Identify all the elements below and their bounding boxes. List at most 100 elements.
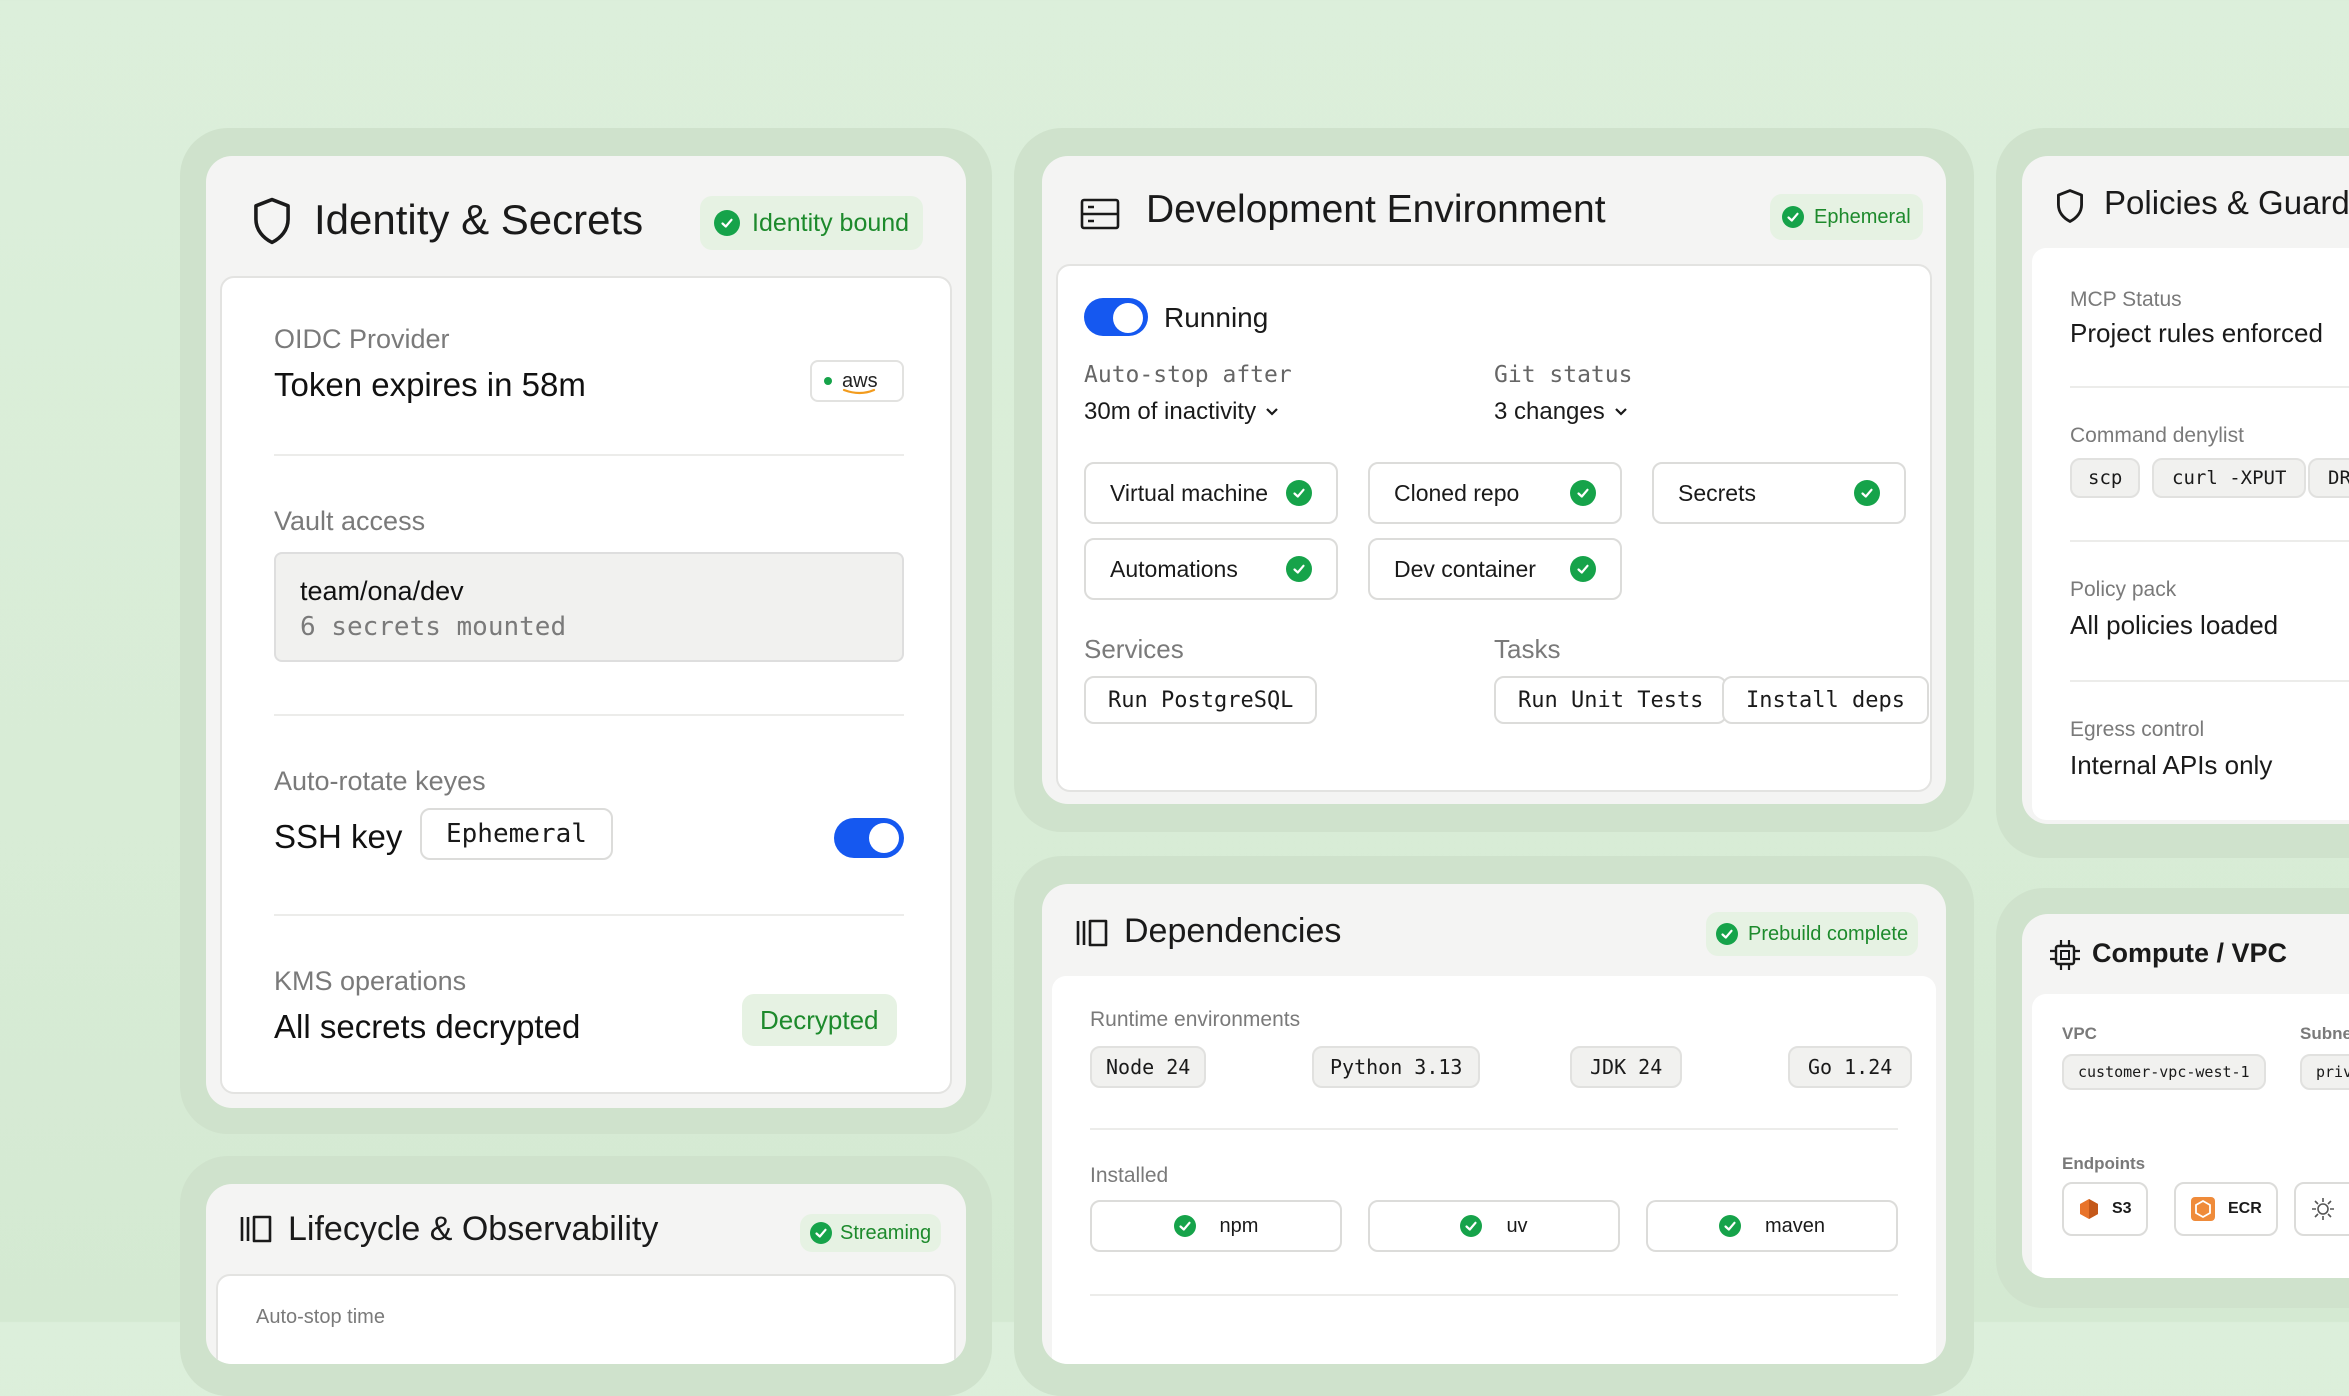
task-button[interactable]: Run Unit Tests [1494,676,1728,724]
status-badge: Identity bound [700,196,924,250]
endpoint-chip [2294,1182,2349,1236]
check-icon [1716,923,1738,945]
vault-label: Vault access [274,506,426,536]
identity-secrets-card: Identity & Secrets Identity bound OIDC P… [206,156,966,1108]
rotate-toggle[interactable] [834,818,904,858]
services-label: Services [1084,634,1184,664]
egress-label: Egress control [2070,718,2205,741]
divider [274,454,904,456]
check-icon [810,1222,832,1244]
task-button[interactable]: Install deps [1722,676,1929,724]
oidc-label: OIDC Provider [274,324,450,354]
check-item: Virtual machine [1084,462,1338,524]
vault-box: team/ona/dev 6 secrets mounted [274,552,904,662]
chevron-down-icon [1614,408,1627,416]
installed-item: maven [1646,1200,1898,1252]
denylist-chip: scp [2070,458,2141,498]
subnet-label: Subne [2300,1024,2349,1043]
divider [2070,386,2349,388]
denylist-chip: DR [2308,458,2349,498]
s3-icon [2078,1198,2100,1220]
service-button[interactable]: Run PostgreSQL [1084,676,1318,724]
card-title: Compute / VPC [2092,938,2288,968]
endpoints-label: Endpoints [2062,1154,2146,1173]
server-icon [1080,198,1120,235]
check-icon [1854,480,1880,506]
check-item: Cloned repo [1368,462,1622,524]
runtime-chip: Python 3.13 [1312,1046,1481,1088]
denylist-label: Command denylist [2070,424,2244,447]
devenv-card: Development Environment Ephemeral Runnin… [1042,156,1946,804]
check-icon [1782,206,1804,228]
mcp-label: MCP Status [2070,288,2182,311]
card-title: Identity & Secrets [314,196,644,243]
check-icon [1173,1215,1196,1237]
card-title: Dependencies [1124,912,1342,950]
mcp-value: Project rules enforced [2070,318,2323,348]
kms-value: All secrets decrypted [274,1008,581,1045]
tasks-label: Tasks [1494,634,1561,664]
status-badge: Prebuild complete [1706,912,1919,956]
identity-details-panel: OIDC Provider Token expires in 58m aws V… [220,276,952,1094]
kms-label: KMS operations [274,966,467,996]
divider [1090,1128,1898,1130]
running-status: Running [1164,302,1269,333]
endpoint-chip: ECR [2174,1182,2278,1236]
vault-path: team/ona/dev [300,576,464,606]
runtime-label: Runtime environments [1090,1008,1301,1031]
deps-details-panel: Runtime environments Node 24 Python 3.13… [1052,976,1936,1364]
shield-icon [250,196,294,251]
compute-card: Compute / VPC VPC customer-vpc-west-1 Su… [2022,914,2349,1278]
aws-logo: aws [810,360,904,402]
check-item: Secrets [1652,462,1906,524]
lifecycle-card: Lifecycle & Observability Streaming Auto… [206,1184,966,1364]
check-item: Automations [1084,538,1338,600]
subnet-chip: priv [2300,1054,2349,1090]
columns-icon [240,1214,274,1249]
shield-icon [2054,188,2086,229]
check-icon [1460,1215,1483,1237]
egress-value: Internal APIs only [2070,750,2273,780]
pack-value: All policies loaded [2070,610,2279,640]
card-title: Policies & Guardr [2104,184,2349,221]
policies-card: Policies & Guardr MCP Status Project rul… [2022,156,2349,824]
installed-item: uv [1368,1200,1620,1252]
divider [274,914,904,916]
check-icon [1286,480,1312,506]
devenv-details-panel: Running Auto-stop after 30m of inactivit… [1056,264,1932,792]
card-title: Lifecycle & Observability [288,1210,659,1248]
divider [2070,540,2349,542]
runtime-chip: JDK 24 [1570,1046,1683,1088]
status-badge-label: Identity bound [752,208,910,237]
decrypted-badge: Decrypted [742,994,897,1046]
autostop-label: Auto-stop after [1084,362,1292,388]
divider [2070,680,2349,682]
installed-label: Installed [1090,1164,1169,1187]
vpc-label: VPC [2062,1024,2097,1043]
first-label: Auto-stop time [256,1306,385,1328]
check-icon [1570,480,1596,506]
gear-icon [2310,1196,2336,1222]
autostop-dropdown[interactable]: 30m of inactivity [1084,398,1280,426]
installed-item: npm [1090,1200,1342,1252]
ephemeral-tag: Ephemeral [420,808,613,860]
running-toggle[interactable] [1084,298,1148,336]
divider [274,714,904,716]
chevron-down-icon [1266,408,1278,416]
check-item: Dev container [1368,538,1622,600]
dependencies-card: Dependencies Prebuild complete Runtime e… [1042,884,1946,1364]
card-title: Development Environment [1146,188,1606,231]
columns-icon [1076,918,1110,953]
check-icon [1570,556,1596,582]
denylist-chip: curl -XPUT [2152,458,2307,498]
cpu-icon [2048,938,2082,977]
runtime-chip: Go 1.24 [1788,1046,1913,1088]
git-dropdown[interactable]: 3 changes [1494,398,1629,426]
oidc-value: Token expires in 58m [274,366,586,403]
rotate-value: SSH key [274,818,403,855]
git-label: Git status [1494,362,1633,388]
vault-detail: 6 secrets mounted [300,612,567,642]
lifecycle-details-panel: Auto-stop time [216,1274,956,1364]
ecr-icon [2190,1196,2216,1222]
status-badge: Ephemeral [1770,194,1923,240]
